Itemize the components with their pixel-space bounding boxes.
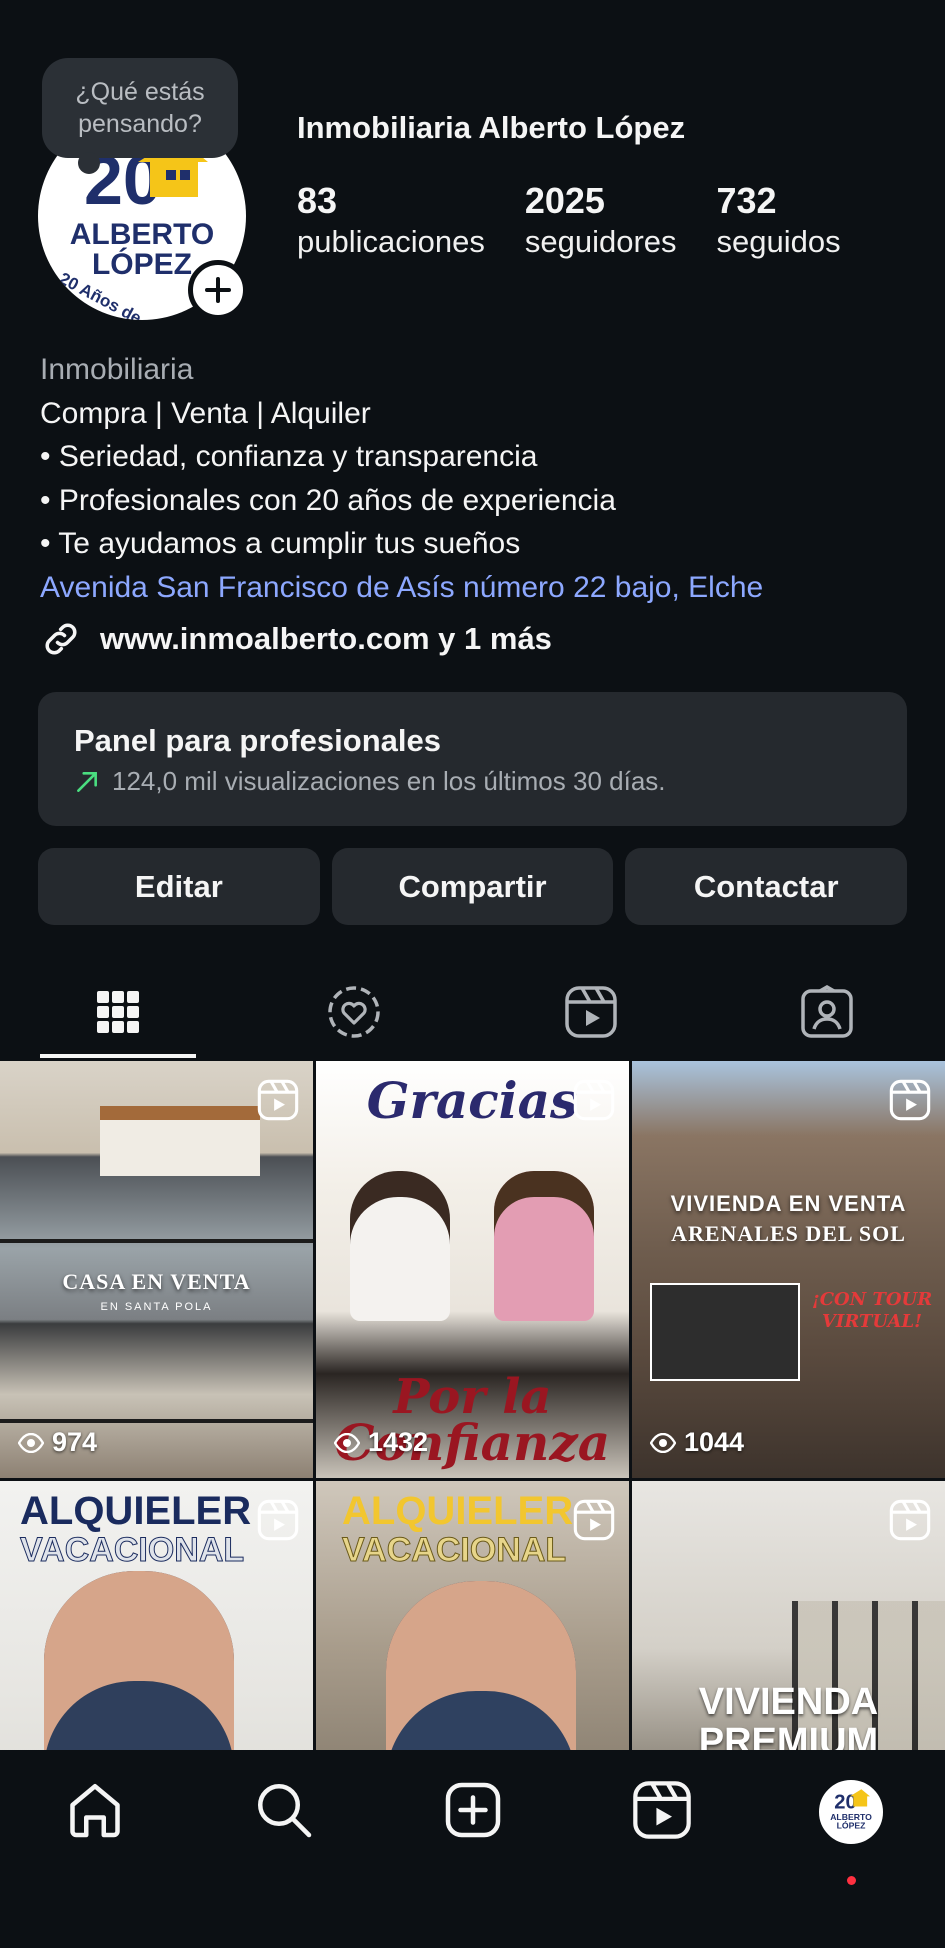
logo-line2: LÓPEZ bbox=[92, 247, 192, 281]
eye-icon bbox=[334, 1432, 360, 1453]
profile-stats: 83 publicaciones 2025 seguidores 732 seg… bbox=[297, 180, 881, 262]
view-count-value: 1432 bbox=[368, 1427, 429, 1457]
tagged-icon bbox=[801, 985, 853, 1038]
profile-tabs bbox=[0, 966, 945, 1058]
professional-dashboard[interactable]: Panel para profesionales 124,0 mil visua… bbox=[38, 692, 907, 826]
stat-count: 2025 bbox=[524, 180, 605, 221]
nav-search[interactable] bbox=[224, 1780, 344, 1860]
post-subtitle: VACACIONAL bbox=[341, 1531, 567, 1570]
website-link[interactable]: www.inmoalberto.com y 1 más bbox=[40, 618, 552, 660]
tab-tagged[interactable] bbox=[709, 966, 945, 1058]
stat-followers[interactable]: 2025 seguidores bbox=[525, 180, 677, 262]
company-logo: 20 ALBERTO LÓPEZ bbox=[830, 1789, 872, 1831]
reel-badge-icon bbox=[573, 1499, 615, 1541]
stat-posts[interactable]: 83 publicaciones bbox=[297, 180, 485, 262]
post-subtitle: ARENALES DEL SOL bbox=[671, 1221, 906, 1246]
bio-line: Compra | Venta | Alquiler bbox=[40, 396, 371, 430]
reel-badge-icon bbox=[889, 1079, 931, 1121]
profile-actions: Editar Compartir Contactar bbox=[38, 848, 908, 925]
stat-following[interactable]: 732 seguidos bbox=[717, 180, 841, 262]
bio-address-link[interactable]: Avenida San Francisco de Asís número 22 … bbox=[40, 566, 920, 610]
share-profile-button[interactable]: Compartir bbox=[331, 848, 614, 925]
note-bubble[interactable]: ¿Qué estás pensando? bbox=[42, 58, 238, 174]
link-icon bbox=[45, 623, 77, 655]
add-story-button[interactable] bbox=[188, 260, 248, 320]
stat-count: 732 bbox=[716, 180, 777, 221]
dashboard-subtitle: 124,0 mil visualizaciones en los últimos… bbox=[112, 766, 666, 796]
reels-icon bbox=[564, 986, 617, 1038]
stat-label: seguidos bbox=[716, 224, 841, 259]
tab-reposts[interactable] bbox=[236, 966, 472, 1058]
edit-profile-button[interactable]: Editar bbox=[38, 848, 320, 925]
post-thumbnail[interactable]: CASA EN VENTA EN SANTA POLA 974 bbox=[0, 1061, 313, 1478]
nav-create[interactable] bbox=[413, 1780, 533, 1860]
bio-line: • Te ayudamos a cumplir tus sueños bbox=[40, 527, 521, 560]
profile-name: Inmobiliaria Alberto López bbox=[297, 110, 686, 145]
dashboard-title: Panel para profesionales bbox=[74, 723, 441, 758]
view-count-value: 974 bbox=[52, 1427, 98, 1457]
reel-badge-icon bbox=[257, 1079, 299, 1121]
eye-icon bbox=[650, 1432, 676, 1453]
logo-line1: ALBERTO bbox=[70, 218, 214, 251]
profile-avatar-small: 20 ALBERTO LÓPEZ bbox=[818, 1780, 883, 1844]
view-count: 1044 bbox=[650, 1427, 744, 1458]
post-callout: ¡CON TOUR VIRTUAL! bbox=[811, 1289, 933, 1332]
home-icon bbox=[69, 1784, 120, 1838]
logo-line2: LÓPEZ bbox=[836, 1820, 866, 1831]
view-count: 1432 bbox=[334, 1427, 428, 1458]
reels-icon bbox=[632, 1781, 691, 1839]
nav-profile[interactable]: 20 ALBERTO LÓPEZ bbox=[791, 1780, 911, 1885]
reel-badge-icon bbox=[257, 1499, 299, 1541]
nav-reels[interactable] bbox=[602, 1780, 722, 1860]
post-subtitle: EN SANTA POLA bbox=[100, 1301, 213, 1313]
post-title: VIVIENDA EN VENTA bbox=[670, 1191, 907, 1216]
stat-label: publicaciones bbox=[297, 224, 485, 259]
post-title: ALQUIELER bbox=[342, 1489, 574, 1533]
post-subtitle: VACACIONAL bbox=[19, 1531, 245, 1570]
reposts-icon bbox=[328, 986, 381, 1038]
website-link-text: www.inmoalberto.com y 1 más bbox=[100, 621, 552, 656]
trend-up-icon bbox=[77, 771, 97, 792]
stat-label: seguidores bbox=[524, 224, 677, 259]
post-title: ALQUIELER bbox=[20, 1489, 252, 1533]
contact-button[interactable]: Contactar bbox=[625, 848, 908, 925]
reel-badge-icon bbox=[889, 1499, 931, 1541]
view-count: 974 bbox=[18, 1427, 97, 1458]
post-thumbnail[interactable]: VIVIENDA EN VENTA ARENALES DEL SOL ¡CON … bbox=[632, 1061, 945, 1478]
reel-badge-icon bbox=[573, 1079, 615, 1121]
plus-icon bbox=[205, 277, 231, 303]
bio: Inmobiliaria Compra | Venta | Alquiler •… bbox=[40, 348, 920, 609]
tab-posts[interactable] bbox=[0, 966, 236, 1058]
grid-icon bbox=[97, 991, 140, 1033]
post-title: VIVIENDA bbox=[698, 1681, 879, 1723]
tab-reels[interactable] bbox=[473, 966, 709, 1058]
view-count-value: 1044 bbox=[684, 1427, 745, 1457]
stat-count: 83 bbox=[297, 180, 338, 221]
post-title: CASA EN VENTA bbox=[62, 1269, 251, 1294]
bio-line: • Profesionales con 20 años de experienc… bbox=[40, 483, 616, 517]
bio-category: Inmobiliaria bbox=[40, 353, 194, 386]
search-icon bbox=[257, 1784, 311, 1838]
notification-dot bbox=[846, 1876, 856, 1885]
bottom-navigation: 20 ALBERTO LÓPEZ bbox=[0, 1750, 945, 1948]
bio-line: • Seriedad, confianza y transparencia bbox=[40, 440, 538, 473]
post-thumbnail[interactable]: Gracias Por la Confianza 1432 bbox=[316, 1061, 629, 1478]
eye-icon bbox=[18, 1432, 44, 1453]
nav-home[interactable] bbox=[35, 1780, 155, 1860]
dashboard-subtitle-row: 124,0 mil visualizaciones en los últimos… bbox=[74, 766, 871, 797]
create-post-icon bbox=[445, 1782, 500, 1838]
